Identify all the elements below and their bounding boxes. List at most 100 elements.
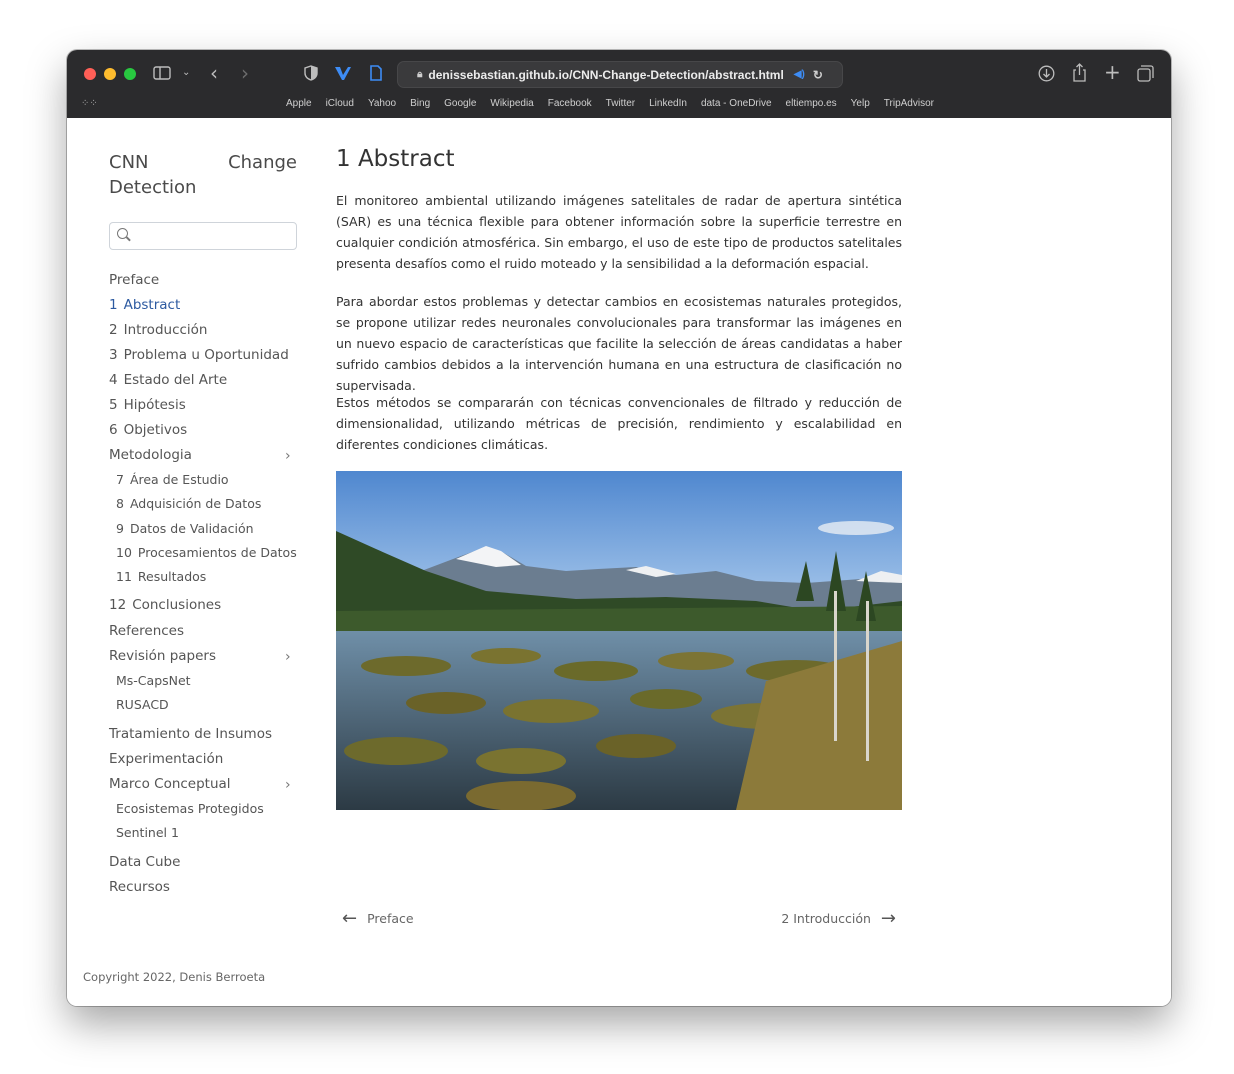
sidebar-item-label: Sentinel 1 xyxy=(116,825,179,840)
search-box[interactable] xyxy=(109,222,297,250)
sidebar-item[interactable]: 5 Hipótesis xyxy=(109,397,186,413)
sidebar-item-label: Hipótesis xyxy=(123,397,186,413)
back-icon[interactable]: ‹ xyxy=(210,63,218,83)
privacy-shield-icon[interactable] xyxy=(304,65,318,84)
chevron-right-icon[interactable]: › xyxy=(285,448,291,464)
sidebar-item[interactable]: Experimentación xyxy=(109,751,223,767)
favorite-link[interactable]: TripAdvisor xyxy=(884,98,934,109)
window-controls xyxy=(84,68,136,80)
sidebar-item[interactable]: 6 Objetivos xyxy=(109,422,187,438)
lock-icon: 🔒︎ xyxy=(417,69,423,80)
share-icon[interactable] xyxy=(1072,63,1087,85)
sidebar-item-number: 12 xyxy=(109,597,127,613)
sidebar-item-label: Estado del Arte xyxy=(123,372,228,388)
sidebar-item[interactable]: Marco Conceptual xyxy=(109,776,231,792)
favorite-link[interactable]: LinkedIn xyxy=(649,98,687,109)
sidebar-item[interactable]: 4 Estado del Arte xyxy=(109,372,227,388)
book-title-word: Detection xyxy=(109,177,197,198)
sidebar-item[interactable]: References xyxy=(109,623,184,639)
sidebar-item[interactable]: 12 Conclusiones xyxy=(109,597,221,613)
sidebar-item-label: Procesamientos de Datos xyxy=(137,545,297,560)
prev-page-link[interactable]: ← Preface xyxy=(342,908,414,929)
book-title-word: Change xyxy=(228,152,297,173)
copyright: Copyright 2022, Denis Berroeta xyxy=(83,970,266,984)
page-content: CNN Change Detection Preface 1 Abstract 2 In… xyxy=(67,118,1171,1006)
download-icon[interactable] xyxy=(1038,65,1055,85)
sidebar-item-label: Metodologia xyxy=(109,447,192,463)
arrow-left-icon: ← xyxy=(342,908,358,929)
favorite-link[interactable]: iCloud xyxy=(326,98,354,109)
sidebar-item-number: 8 xyxy=(116,496,124,511)
chevron-right-icon[interactable]: › xyxy=(285,649,291,665)
sidebar-item-label: Ms-CapsNet xyxy=(116,673,191,688)
favorite-link[interactable]: Twitter xyxy=(606,98,635,109)
sidebar-item-number: 7 xyxy=(116,472,124,487)
extension-v-icon[interactable] xyxy=(334,65,352,84)
next-page-label: 2 Introducción xyxy=(781,911,871,926)
favorite-link[interactable]: data - OneDrive xyxy=(701,98,772,109)
favorites-list: Apple iCloud Yahoo Bing Google Wikipedia Faceb… xyxy=(286,98,934,109)
sidebar-item-number: 2 xyxy=(109,322,118,338)
close-window-button[interactable] xyxy=(84,68,96,80)
favorite-link[interactable]: Wikipedia xyxy=(490,98,533,109)
favorite-link[interactable]: Facebook xyxy=(548,98,592,109)
sidebar-item-label: Área de Estudio xyxy=(129,472,229,487)
extension-document-icon[interactable] xyxy=(369,65,383,84)
chevron-right-icon[interactable]: › xyxy=(285,777,291,793)
search-input[interactable] xyxy=(134,225,288,247)
sidebar-item[interactable]: Metodologia xyxy=(109,447,192,463)
chevron-down-icon[interactable]: ⌄ xyxy=(182,68,190,78)
sidebar-item[interactable]: RUSACD xyxy=(116,697,169,712)
sidebar-item-label: Marco Conceptual xyxy=(109,776,231,792)
sidebar-item[interactable]: 1 Abstract xyxy=(109,297,180,313)
apps-grid-icon[interactable]: ⁘⁘ xyxy=(81,98,98,109)
minimize-window-button[interactable] xyxy=(104,68,116,80)
sidebar-item[interactable]: 2 Introducción xyxy=(109,322,207,338)
reload-icon[interactable]: ↻ xyxy=(813,68,823,82)
forward-icon[interactable]: › xyxy=(241,63,249,83)
sidebar-item[interactable]: Ecosistemas Protegidos xyxy=(116,801,264,816)
sidebar-item-label: Experimentación xyxy=(109,751,224,767)
next-page-link[interactable]: 2 Introducción → xyxy=(781,908,896,929)
sidebar-item[interactable]: Preface xyxy=(109,272,159,288)
favorite-link[interactable]: Bing xyxy=(410,98,430,109)
favorite-link[interactable]: Apple xyxy=(286,98,312,109)
sidebar-item[interactable]: Data Cube xyxy=(109,854,180,870)
sidebar-item[interactable]: Tratamiento de Insumos xyxy=(109,726,272,742)
address-bar[interactable]: 🔒︎ denissebastian.github.io/CNN-Change-D… xyxy=(397,61,843,88)
sidebar-item[interactable]: Ms-CapsNet xyxy=(116,673,191,688)
sidebar-item[interactable]: 3 Problema u Oportunidad xyxy=(109,347,289,363)
new-tab-icon[interactable]: + xyxy=(1104,62,1121,82)
sidebar-item-label: Ecosistemas Protegidos xyxy=(116,801,264,816)
sidebar-item[interactable]: Sentinel 1 xyxy=(116,825,179,840)
abstract-paragraph: Para abordar estos problemas y detectar … xyxy=(336,294,902,393)
sidebar-item-label: Recursos xyxy=(109,879,170,895)
favorites-bar: ⁘⁘ Apple iCloud Yahoo Bing Google Wikipedia Fa… xyxy=(67,97,1171,115)
sidebar-item-label: Introducción xyxy=(123,322,208,338)
favorite-link[interactable]: Yelp xyxy=(851,98,870,109)
sidebar-item-label: Resultados xyxy=(137,569,207,584)
abstract-paragraph: Estos métodos se compararán con técnicas… xyxy=(336,395,902,452)
tab-overview-icon[interactable] xyxy=(1137,65,1154,85)
sidebar-item[interactable]: Revisión papers xyxy=(109,648,216,664)
sidebar-item[interactable]: 10 Procesamientos de Datos xyxy=(116,545,297,560)
zoom-window-button[interactable] xyxy=(124,68,136,80)
sidebar-item-label: Data Cube xyxy=(109,854,181,870)
page-title: 1 Abstract xyxy=(336,146,455,172)
favorite-link[interactable]: Google xyxy=(444,98,476,109)
arrow-right-icon: → xyxy=(880,908,896,929)
sidebar-item-number: 3 xyxy=(109,347,118,363)
book-title[interactable]: CNN Change Detection xyxy=(109,150,297,200)
sidebar-item[interactable]: 7 Área de Estudio xyxy=(116,472,229,487)
speaker-icon[interactable]: ◀) xyxy=(794,69,805,80)
sidebar-item-number: 4 xyxy=(109,372,118,388)
favorite-link[interactable]: eltiempo.es xyxy=(786,98,837,109)
sidebar-item[interactable]: 11 Resultados xyxy=(116,569,206,584)
sidebar-item[interactable]: Recursos xyxy=(109,879,170,895)
sidebar-item[interactable]: 9 Datos de Validación xyxy=(116,521,254,536)
sidebar-item-label: RUSACD xyxy=(116,697,169,712)
sidebar-toggle-icon[interactable] xyxy=(153,66,171,83)
sidebar-item-label: Abstract xyxy=(123,297,181,313)
favorite-link[interactable]: Yahoo xyxy=(368,98,396,109)
sidebar-item[interactable]: 8 Adquisición de Datos xyxy=(116,496,261,511)
